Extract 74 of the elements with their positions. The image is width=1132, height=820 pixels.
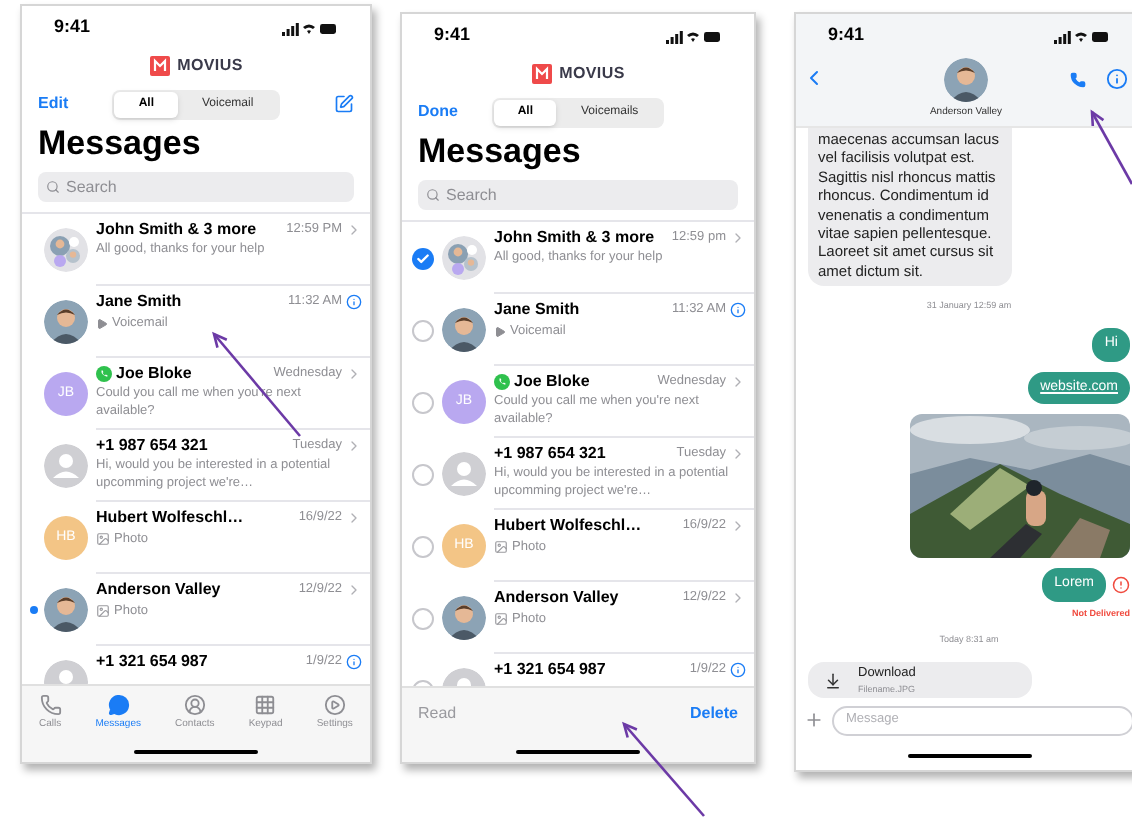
search-icon [46, 180, 60, 194]
compose-icon[interactable] [333, 94, 354, 114]
home-indicator [134, 749, 258, 753]
status-indicators-icon [282, 21, 338, 35]
info-icon[interactable] [730, 662, 746, 678]
brand-name: MOVIUS [177, 54, 243, 78]
person-avatar-icon [442, 308, 486, 352]
status-indicators-icon [666, 29, 722, 43]
voicemail-icon [96, 317, 108, 330]
person-circle-icon [183, 693, 206, 716]
photo-icon [494, 540, 508, 555]
home-indicator [907, 754, 1031, 758]
contact-name: Anderson Valley [494, 588, 619, 608]
person-avatar-icon [943, 58, 988, 102]
contact-name: +1 321 654 987 [96, 652, 208, 672]
info-icon[interactable] [730, 302, 746, 318]
info-icon[interactable] [346, 654, 362, 670]
header-action-link[interactable]: Done [418, 100, 486, 124]
keypad-icon [254, 693, 277, 716]
check-icon [415, 251, 429, 265]
info-icon[interactable] [1105, 68, 1128, 90]
search-field[interactable]: Search [418, 180, 738, 210]
contact-name: John Smith & 3 more [494, 228, 655, 248]
contact-name: John Smith & 3 more [96, 220, 257, 240]
photo-icon [96, 604, 110, 619]
contact-name: Jane Smith [96, 292, 182, 312]
pointer-arrow [1090, 109, 1132, 185]
group-avatar-icon [44, 228, 88, 272]
toolbar-action-link[interactable]: Delete [689, 702, 738, 726]
select-checkbox[interactable] [411, 247, 433, 269]
home-indicator [516, 749, 640, 753]
phone-icon [39, 693, 62, 716]
contact-name: Anderson Valley [96, 580, 221, 600]
status-time: 9:41 [828, 22, 865, 49]
contact-name: Hubert Wolfeschl… [96, 508, 244, 528]
contact-name: Hubert Wolfeschl… [494, 516, 642, 536]
chat-bubble-icon [107, 693, 130, 716]
status-time: 9:41 [434, 22, 471, 49]
download-icon [824, 671, 842, 689]
contact-name: Joe Bloke [514, 372, 590, 392]
person-avatar-icon [44, 588, 88, 632]
status-time: 9:41 [54, 14, 91, 41]
search-icon [426, 188, 440, 202]
contact-name: Jane Smith [494, 300, 580, 320]
pointer-arrow [622, 721, 705, 817]
logo-icon [531, 64, 552, 84]
photo-icon [494, 612, 508, 627]
contact-avatar-icon [442, 452, 486, 496]
search-field[interactable]: Search [38, 172, 354, 202]
logo-icon [149, 56, 170, 76]
status-indicators-icon [1054, 29, 1110, 43]
select-checkbox[interactable] [411, 319, 433, 341]
add-icon[interactable] [804, 710, 824, 730]
contact-name: +1 987 654 321 [96, 436, 208, 456]
photo-icon [96, 532, 110, 547]
contact-avatar-icon [44, 444, 88, 488]
select-checkbox[interactable] [411, 463, 433, 485]
contact-name: +1 987 654 321 [494, 444, 606, 464]
contact-name: +1 321 654 987 [494, 660, 606, 680]
info-icon[interactable] [346, 294, 362, 310]
group-avatar-icon [442, 236, 486, 280]
page-title: Messages [416, 130, 583, 174]
select-checkbox[interactable] [411, 607, 433, 629]
select-checkbox[interactable] [411, 535, 433, 557]
select-checkbox[interactable] [411, 391, 433, 413]
voicemail-icon [494, 325, 506, 338]
brand-name: MOVIUS [559, 62, 625, 86]
person-avatar-icon [44, 300, 88, 344]
contact-name: Joe Bloke [116, 364, 192, 384]
play-circle-icon [323, 693, 346, 716]
page-title: Messages [36, 122, 203, 166]
phone-icon[interactable] [1069, 71, 1086, 87]
person-avatar-icon [442, 596, 486, 640]
header-action-link[interactable]: Edit [38, 92, 106, 116]
